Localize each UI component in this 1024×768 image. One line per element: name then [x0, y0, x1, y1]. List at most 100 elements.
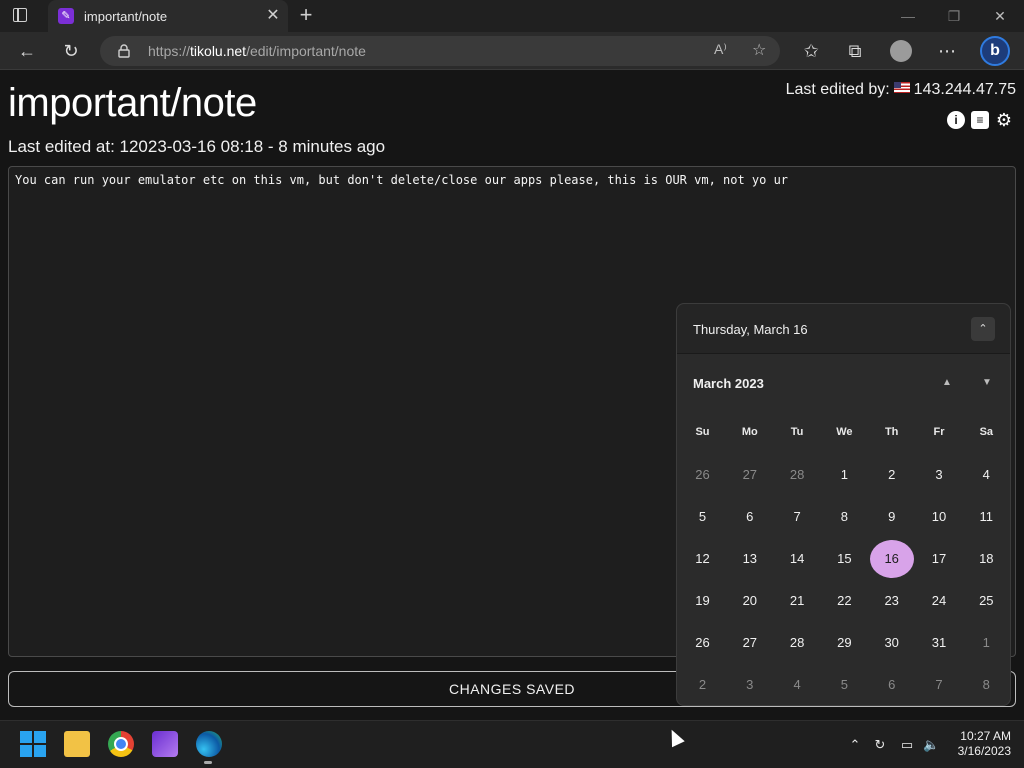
calendar-day[interactable]: 22: [822, 582, 866, 620]
weekday-label: Mo: [741, 426, 758, 438]
calendar-day[interactable]: 26: [681, 624, 725, 662]
url-text[interactable]: https://tikolu.net/edit/important/note: [148, 43, 366, 59]
previous-month-icon[interactable]: ▲: [939, 375, 955, 391]
calendar-day[interactable]: 19: [681, 582, 725, 620]
next-month-icon[interactable]: ▼: [979, 375, 995, 391]
calendar-day[interactable]: 15: [822, 540, 866, 578]
calendar-day[interactable]: 26: [681, 456, 725, 494]
calendar-day[interactable]: 16: [869, 540, 914, 578]
windows-start-icon[interactable]: [20, 731, 46, 757]
calendar-day[interactable]: 10: [917, 498, 961, 536]
weekday-label: Tu: [790, 426, 804, 438]
calendar-day[interactable]: 30: [870, 624, 914, 662]
bing-icon[interactable]: b: [980, 36, 1010, 66]
clock-date: 3/16/2023: [957, 744, 1011, 758]
calendar-day[interactable]: 4: [775, 666, 819, 704]
calendar-day[interactable]: 4: [964, 456, 1008, 494]
weekday-label: Su: [695, 426, 710, 438]
calendar-day[interactable]: 31: [917, 624, 961, 662]
volume-icon[interactable]: 🔈: [923, 737, 939, 753]
visual-studio-icon[interactable]: [152, 731, 178, 757]
last-edited-by: Last edited by: 143.244.47.75: [786, 81, 1016, 99]
lock-icon[interactable]: [118, 44, 130, 58]
browser-tab[interactable]: ✎ important/note ✕: [48, 0, 288, 32]
calendar-current-date: Thursday, March 16: [693, 322, 808, 337]
calendar-day[interactable]: 14: [775, 540, 819, 578]
info-icon[interactable]: i: [947, 111, 965, 129]
calendar-day[interactable]: 25: [964, 582, 1008, 620]
read-aloud-icon[interactable]: A⁾: [714, 41, 727, 58]
network-icon[interactable]: ▭: [899, 737, 915, 753]
taskbar: ⌃ ↻ ▭ 🔈 10:27 AM 3/16/2023: [0, 720, 1024, 768]
calendar-day[interactable]: 29: [822, 624, 866, 662]
calendar-day[interactable]: 17: [917, 540, 961, 578]
calendar-day[interactable]: 18: [964, 540, 1008, 578]
calendar-day[interactable]: 3: [917, 456, 961, 494]
add-favorite-icon[interactable]: ☆: [752, 40, 766, 60]
sync-icon[interactable]: ↻: [872, 737, 888, 753]
calendar-day[interactable]: 3: [728, 666, 772, 704]
close-window-icon[interactable]: ✕: [990, 6, 1010, 26]
us-flag-icon: [893, 82, 910, 93]
calendar-day[interactable]: 8: [822, 498, 866, 536]
chevron-up-icon[interactable]: ⌃: [971, 317, 995, 341]
calendar-day[interactable]: 13: [728, 540, 772, 578]
last-edited-by-ip: 143.244.47.75: [913, 81, 1016, 98]
calendar-day[interactable]: 6: [870, 666, 914, 704]
weekday-label: Th: [884, 426, 899, 438]
restore-icon[interactable]: ❐: [944, 6, 964, 26]
calendar-day[interactable]: 21: [775, 582, 819, 620]
new-tab-button[interactable]: +: [296, 4, 316, 27]
collections-icon[interactable]: ⧉: [844, 40, 866, 62]
calendar-day[interactable]: 20: [728, 582, 772, 620]
browser-toolbar: ← ↻ https://tikolu.net/edit/important/no…: [0, 32, 1024, 70]
calendar-month-label[interactable]: March 2023: [693, 376, 764, 391]
note-text[interactable]: You can run your emulator etc on this vm…: [15, 173, 788, 187]
document-icon[interactable]: ≡: [971, 111, 989, 129]
last-edited-at: Last edited at: 12023-03-16 08:18 - 8 mi…: [8, 137, 386, 156]
active-app-indicator: [204, 761, 212, 764]
pencil-icon: ✎: [58, 8, 74, 24]
favorites-icon[interactable]: ✩: [800, 40, 822, 62]
page-title: important/note: [8, 81, 257, 125]
calendar-flyout: Thursday, March 16 ⌃ March 2023 ▲ ▼ Su Mo…: [676, 303, 1011, 706]
calendar-day[interactable]: 5: [681, 498, 725, 536]
calendar-day[interactable]: 8: [964, 666, 1008, 704]
back-arrow-icon[interactable]: ←: [16, 40, 38, 62]
clock-time: 10:27 AM: [960, 729, 1011, 743]
tray-chevron-up-icon[interactable]: ⌃: [847, 737, 863, 753]
system-clock[interactable]: 10:27 AM 3/16/2023: [955, 729, 1011, 759]
minimize-icon[interactable]: —: [898, 6, 918, 26]
address-bar[interactable]: https://tikolu.net/edit/important/note A…: [100, 36, 780, 66]
calendar-day[interactable]: 9: [870, 498, 914, 536]
tab-actions-icon[interactable]: [13, 8, 27, 22]
profile-avatar[interactable]: [890, 40, 912, 62]
last-edited-by-label: Last edited by:: [785, 81, 890, 98]
close-tab-icon[interactable]: ✕: [264, 7, 282, 25]
refresh-icon[interactable]: ↻: [60, 40, 82, 62]
calendar-day[interactable]: 28: [775, 624, 819, 662]
edge-icon[interactable]: [196, 731, 222, 757]
settings-gear-icon[interactable]: ⚙: [995, 111, 1013, 129]
browser-tab-strip: ✎ important/note ✕ + — ❐ ✕: [0, 0, 1024, 32]
calendar-day[interactable]: 23: [870, 582, 914, 620]
chrome-icon[interactable]: [108, 731, 134, 757]
calendar-day[interactable]: 12: [681, 540, 725, 578]
file-explorer-icon[interactable]: [64, 731, 90, 757]
calendar-day[interactable]: 1: [822, 456, 866, 494]
calendar-day[interactable]: 27: [728, 624, 772, 662]
calendar-day[interactable]: 28: [775, 456, 819, 494]
calendar-day[interactable]: 2: [681, 666, 725, 704]
weekday-label: We: [836, 426, 853, 438]
more-menu-icon[interactable]: ⋯: [936, 40, 958, 62]
calendar-day[interactable]: 1: [964, 624, 1008, 662]
calendar-day[interactable]: 27: [728, 456, 772, 494]
calendar-day[interactable]: 7: [917, 666, 961, 704]
calendar-day[interactable]: 6: [728, 498, 772, 536]
calendar-day[interactable]: 7: [775, 498, 819, 536]
weekday-label: Fr: [933, 426, 945, 438]
calendar-day[interactable]: 24: [917, 582, 961, 620]
calendar-day[interactable]: 2: [870, 456, 914, 494]
calendar-day[interactable]: 11: [964, 498, 1008, 536]
calendar-day[interactable]: 5: [822, 666, 866, 704]
